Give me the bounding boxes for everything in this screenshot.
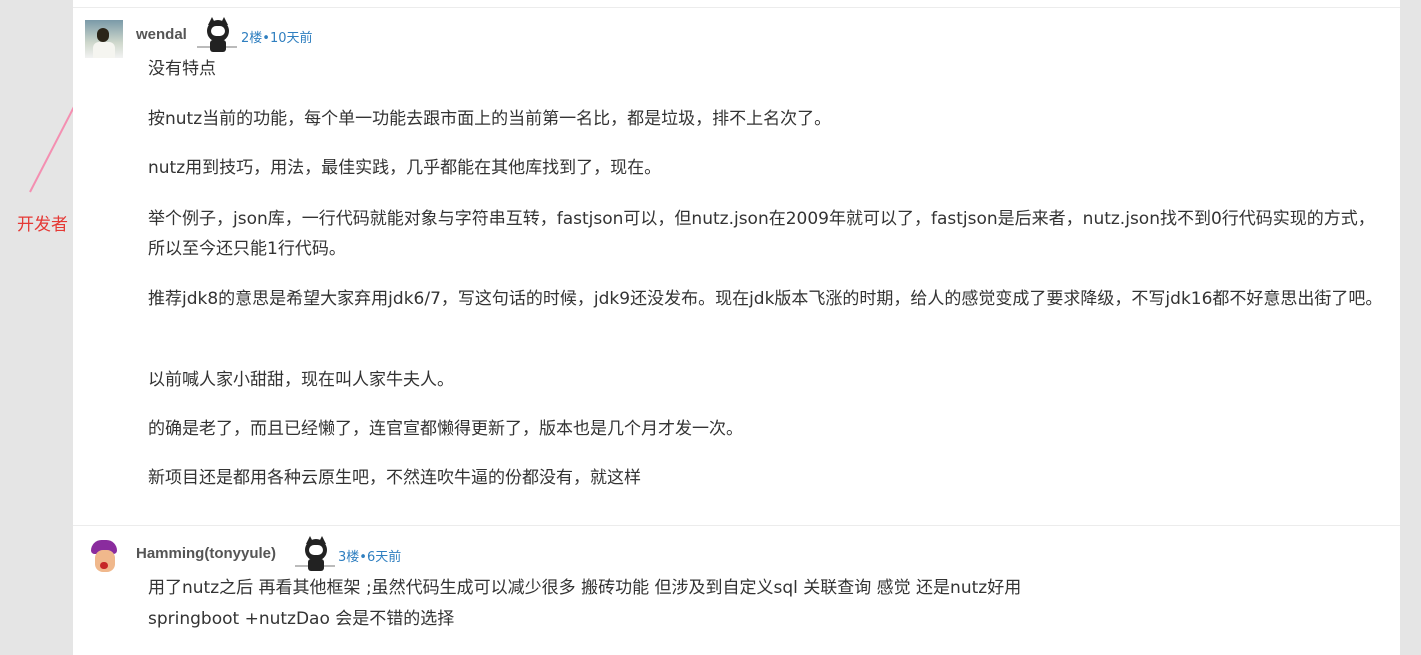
comment-paragraph: 举个例子，json库，一行代码就能对象与字符串互转，fastjson可以，但nu…: [148, 209, 1375, 259]
divider: [73, 7, 1400, 8]
github-icon[interactable]: [295, 536, 335, 573]
comment-line: 用了nutz之后 再看其他框架 ;虽然代码生成可以减少很多 搬砖功能 但涉及到自…: [148, 578, 1022, 598]
comment-paragraph: 新项目还是都用各种云原生吧，不然连吹牛逼的份都没有，就这样: [148, 468, 641, 488]
comment-paragraph: 的确是老了，而且已经懒了，连官宣都懒得更新了，版本也是几个月才发一次。: [148, 419, 743, 439]
avatar[interactable]: [85, 20, 123, 58]
comment-paragraph: 推荐jdk8的意思是希望大家弃用jdk6/7，写这句话的时候，jdk9还没发布。…: [148, 289, 1383, 309]
avatar[interactable]: [89, 540, 123, 576]
divider: [73, 525, 1400, 526]
comment-username[interactable]: wendal: [136, 26, 187, 43]
comment-line: springboot +nutzDao 会是不错的选择: [148, 609, 455, 629]
comment-paragraph: nutz用到技巧，用法，最佳实践，几乎都能在其他库找到了，现在。: [148, 158, 662, 178]
comment-paragraph: 以前喊人家小甜甜，现在叫人家牛夫人。: [148, 370, 454, 390]
comment-floor-time[interactable]: 3楼•6天前: [338, 546, 401, 565]
comment-list: wendal 2楼•10天前 没有特点 按nutz当前的功能，每个单一功能去跟市…: [73, 0, 1400, 655]
comment-floor-time[interactable]: 2楼•10天前: [241, 27, 312, 46]
github-icon[interactable]: [197, 17, 237, 54]
comment-username[interactable]: Hamming(tonyyule): [136, 545, 276, 562]
comment-paragraph: 没有特点: [148, 59, 216, 79]
developer-annotation-label: 开发者: [17, 215, 68, 235]
comment-paragraph: 按nutz当前的功能，每个单一功能去跟市面上的当前第一名比，都是垃圾，排不上名次…: [148, 109, 832, 129]
